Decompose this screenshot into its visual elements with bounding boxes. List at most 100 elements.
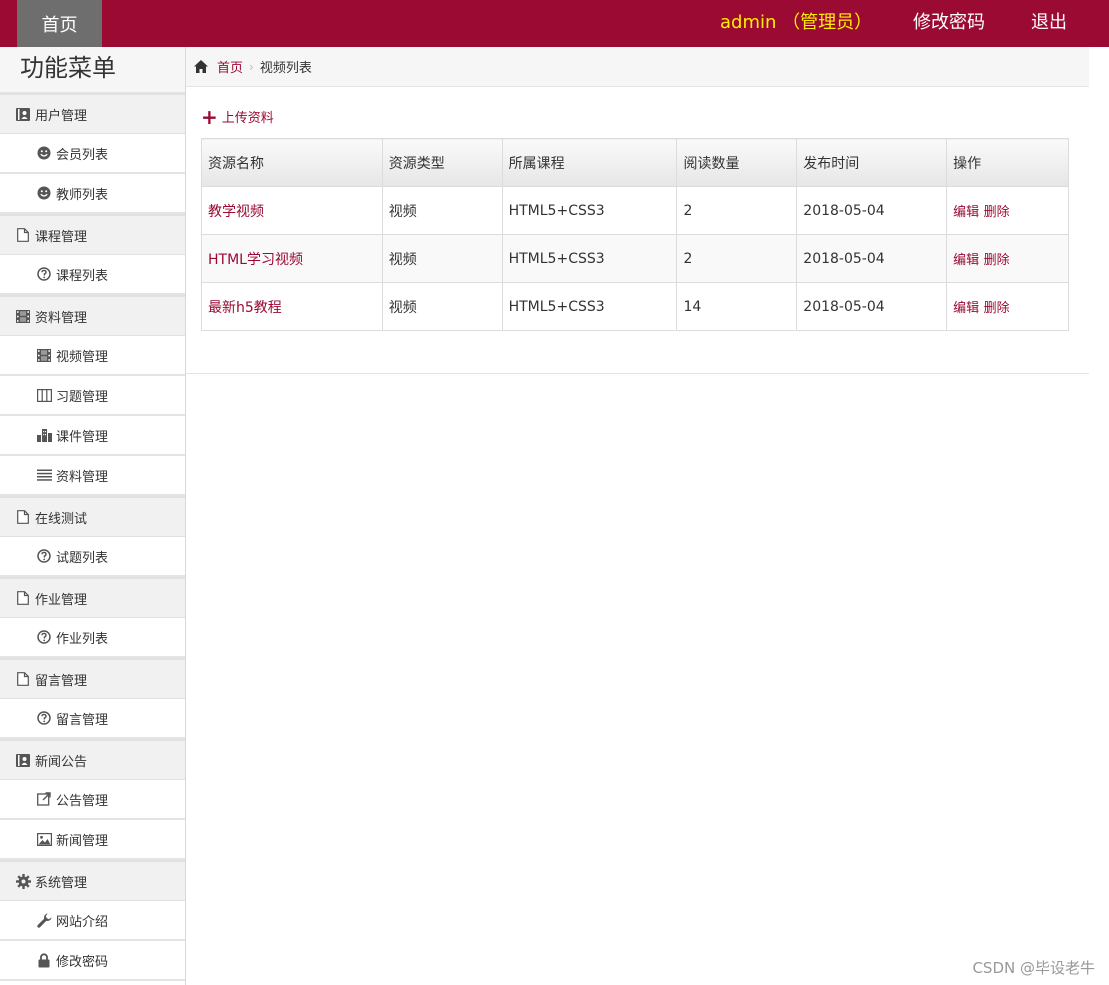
delete-link[interactable]: 删除 xyxy=(984,205,1010,220)
question-circle-icon xyxy=(36,710,52,726)
sidebar-group-2[interactable]: 资料管理 xyxy=(0,295,185,336)
smile-icon xyxy=(36,145,52,161)
picture-icon xyxy=(36,831,52,847)
sidebar-group-6[interactable]: 新闻公告 xyxy=(0,739,185,780)
cell-read-count: 2 xyxy=(676,234,798,283)
sidebar-item-label: 公告管理 xyxy=(56,793,109,809)
sidebar-group-3[interactable]: 在线测试 xyxy=(0,496,185,537)
content-divider xyxy=(186,373,1089,374)
share-box-icon xyxy=(36,791,52,807)
sidebar-group-label: 新闻公告 xyxy=(35,754,88,770)
change-password-link[interactable]: 修改密码 xyxy=(913,0,985,47)
breadcrumb-home-link[interactable]: 首页 xyxy=(217,57,243,76)
sidebar-item-label: 留言管理 xyxy=(56,712,109,728)
sidebar-item-2-0[interactable]: 视频管理 xyxy=(0,336,185,376)
logout-link[interactable]: 退出 xyxy=(1031,0,1067,47)
resource-name-link[interactable]: 最新h5教程 xyxy=(208,300,282,316)
question-circle-icon xyxy=(36,266,52,282)
sidebar-group-label: 作业管理 xyxy=(35,592,88,608)
resource-name-link[interactable]: HTML学习视频 xyxy=(208,252,303,268)
upload-material-label: 上传资料 xyxy=(221,111,274,126)
buildings-icon xyxy=(36,427,52,443)
sidebar-group-label: 留言管理 xyxy=(35,673,88,689)
sidebar-menu: 功能菜单 用户管理 会员列表 教师列表 课程管理 课程列表 资料管理 视频管理 习题管理 课件管… xyxy=(0,47,186,985)
cell-resource-name: 最新h5教程 xyxy=(201,282,383,331)
sidebar-item-3-0[interactable]: 试题列表 xyxy=(0,537,185,577)
sidebar-item-label: 教师列表 xyxy=(56,187,109,203)
edit-link[interactable]: 编辑 xyxy=(953,205,979,220)
sidebar-item-label: 习题管理 xyxy=(56,389,109,405)
cell-actions: 编辑 删除 xyxy=(946,234,1069,283)
sidebar-item-0-0[interactable]: 会员列表 xyxy=(0,134,185,174)
upload-material-button[interactable]: + 上传资料 xyxy=(201,104,274,129)
cell-course: HTML5+CSS3 xyxy=(501,282,678,331)
sidebar-group-4[interactable]: 作业管理 xyxy=(0,577,185,618)
cell-resource-type: 视频 xyxy=(381,186,503,235)
header-resource-name: 资源名称 xyxy=(201,138,383,187)
sidebar-group-1[interactable]: 课程管理 xyxy=(0,214,185,255)
sidebar-menu-list: 用户管理 会员列表 教师列表 课程管理 课程列表 资料管理 视频管理 习题管理 课件管理 资料管理… xyxy=(0,93,185,981)
sidebar-item-2-1[interactable]: 习题管理 xyxy=(0,376,185,416)
resource-name-link[interactable]: 教学视频 xyxy=(208,204,264,220)
sidebar-item-1-0[interactable]: 课程列表 xyxy=(0,255,185,295)
sidebar-group-label: 用户管理 xyxy=(35,108,88,124)
cell-resource-name: 教学视频 xyxy=(201,186,383,235)
sidebar-item-label: 资料管理 xyxy=(56,469,109,485)
columns-icon xyxy=(36,387,52,403)
current-user-label: admin （管理员） xyxy=(720,12,873,33)
cell-actions: 编辑 删除 xyxy=(946,282,1069,331)
sidebar-item-label: 视频管理 xyxy=(56,349,109,365)
sidebar-item-2-2[interactable]: 课件管理 xyxy=(0,416,185,456)
file-icon xyxy=(15,509,31,525)
sidebar-item-label: 课程列表 xyxy=(56,268,109,284)
sidebar-group-label: 系统管理 xyxy=(35,875,88,891)
table-row: 最新h5教程 视频 HTML5+CSS3 14 2018-05-04 编辑 删除 xyxy=(201,282,1069,331)
plus-icon: + xyxy=(201,104,218,129)
cell-publish-time: 2018-05-04 xyxy=(796,234,948,283)
delete-link[interactable]: 删除 xyxy=(984,301,1010,316)
sidebar-item-label: 会员列表 xyxy=(56,147,109,163)
sidebar-item-7-0[interactable]: 网站介绍 xyxy=(0,901,185,941)
sidebar-item-4-0[interactable]: 作业列表 xyxy=(0,618,185,658)
sidebar-item-label: 作业列表 xyxy=(56,631,109,647)
question-circle-icon xyxy=(36,548,52,564)
sidebar-item-label: 试题列表 xyxy=(56,550,109,566)
sidebar-group-7[interactable]: 系统管理 xyxy=(0,860,185,901)
sidebar-item-0-1[interactable]: 教师列表 xyxy=(0,174,185,214)
table-row: HTML学习视频 视频 HTML5+CSS3 2 2018-05-04 编辑 删除 xyxy=(201,234,1069,283)
header-actions: 操作 xyxy=(946,138,1069,187)
wrench-icon xyxy=(36,912,52,928)
film-icon xyxy=(15,308,31,324)
edit-link[interactable]: 编辑 xyxy=(953,253,979,268)
cell-course: HTML5+CSS3 xyxy=(501,186,678,235)
nav-home-tab[interactable]: 首页 xyxy=(17,0,102,47)
sidebar-item-6-0[interactable]: 公告管理 xyxy=(0,780,185,820)
sidebar-item-6-1[interactable]: 新闻管理 xyxy=(0,820,185,860)
cell-publish-time: 2018-05-04 xyxy=(796,282,948,331)
table-header-row: 资源名称 资源类型 所属课程 阅读数量 发布时间 操作 xyxy=(201,138,1069,187)
file-icon xyxy=(15,671,31,687)
sidebar-item-label: 修改密码 xyxy=(56,954,109,970)
contact-card-icon xyxy=(15,106,31,122)
sidebar-item-5-0[interactable]: 留言管理 xyxy=(0,699,185,739)
sidebar-group-5[interactable]: 留言管理 xyxy=(0,658,185,699)
cell-read-count: 2 xyxy=(676,186,798,235)
question-circle-icon xyxy=(36,629,52,645)
header-resource-type: 资源类型 xyxy=(381,138,503,187)
breadcrumb-current: 视频列表 xyxy=(259,61,312,76)
sidebar-item-2-3[interactable]: 资料管理 xyxy=(0,456,185,496)
watermark: CSDN @毕设老牛 xyxy=(972,959,1095,977)
lock-icon xyxy=(36,952,52,968)
sidebar-group-0[interactable]: 用户管理 xyxy=(0,93,185,134)
sidebar-group-label: 资料管理 xyxy=(35,310,88,326)
delete-link[interactable]: 删除 xyxy=(984,253,1010,268)
sidebar-item-7-1[interactable]: 修改密码 xyxy=(0,941,185,981)
header-publish-time: 发布时间 xyxy=(796,138,948,187)
edit-link[interactable]: 编辑 xyxy=(953,301,979,316)
cell-actions: 编辑 删除 xyxy=(946,186,1069,235)
resource-table: 资源名称 资源类型 所属课程 阅读数量 发布时间 操作 教学视频 视频 HTML5+… xyxy=(201,138,1069,331)
table-row: 教学视频 视频 HTML5+CSS3 2 2018-05-04 编辑 删除 xyxy=(201,186,1069,235)
sidebar-group-label: 课程管理 xyxy=(35,229,88,245)
header-read-count: 阅读数量 xyxy=(676,138,798,187)
cell-resource-type: 视频 xyxy=(381,282,503,331)
